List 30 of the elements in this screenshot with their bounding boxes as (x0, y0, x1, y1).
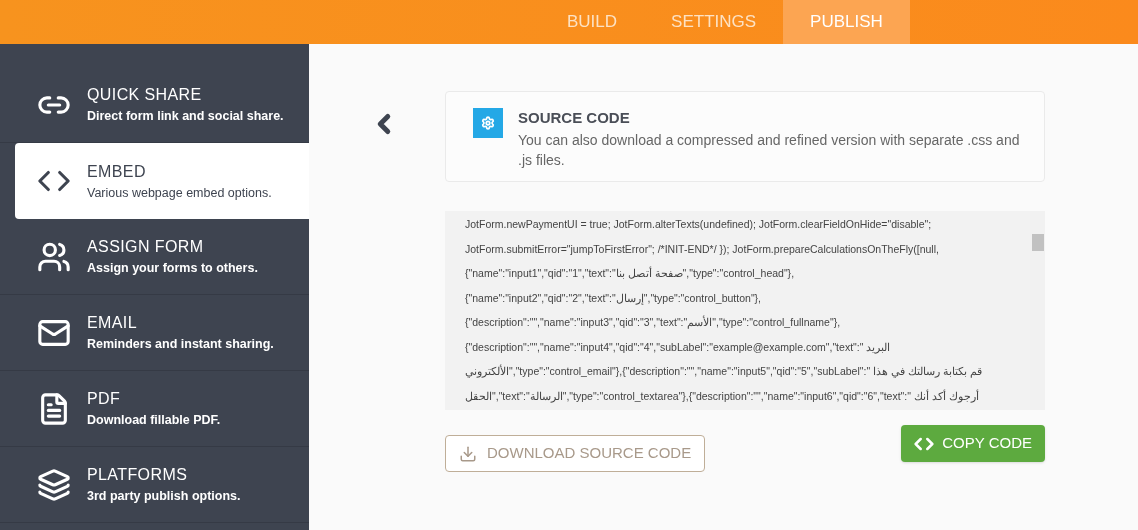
item-subtitle: Various webpage embed options. (87, 184, 272, 202)
card-description: You can also download a compressed and refined version with separate .css and .js files. (518, 130, 1021, 170)
code-line: JotForm.newPaymentUI = true; JotForm.alterTexts(undefined); JotForm.clearFieldOnHide="disable"; (465, 217, 932, 232)
gear-icon (473, 108, 503, 138)
code-line: {"name":"input1","qid":"1","text":"صفحة أتصل بنا","type":"control_head"}, (465, 265, 795, 281)
item-subtitle: Direct form link and social share. (87, 108, 284, 126)
item-subtitle: Reminders and instant sharing. (87, 336, 274, 354)
item-title: EMBED (87, 161, 147, 182)
sidebar-item[interactable]: ASSIGN FORM Assign your forms to others. (0, 219, 309, 295)
item-subtitle: Download fillable PDF. (87, 412, 221, 430)
download-icon (459, 444, 477, 463)
code-line: JotForm.submitError="jumpToFirstError"; /*INIT-END*/ }); JotForm.prepareCalculationsOnTheFly([null, (465, 241, 939, 257)
sidebar-item[interactable]: PLATFORMS 3rd party publish options. (0, 447, 309, 523)
stack-icon (37, 467, 71, 502)
item-title: EMAIL (87, 313, 138, 334)
item-title: QUICK SHARE (87, 85, 203, 106)
code-line: {"name":"input2","qid":"2","text":"إرسال","type":"control_button"}, (465, 290, 762, 307)
code-line: {"description":"","name":"input4","qid":"4","subLabel":"example@example.com","text":" البريد (465, 339, 891, 356)
code-line: {"description":"","name":"input3","qid":"3","text":"الأسم","type":"control_fullname"}, (465, 314, 841, 331)
item-subtitle: Assign your forms to others. (87, 260, 258, 278)
code-line: الحقل","text":"الرسالة","type":"control_textarea"},{"description":"","name":"input6","qid":"6","text":" أرجوك أكد أنك (465, 388, 979, 405)
item-title: PLATFORMS (87, 465, 189, 486)
sidebar-item[interactable]: PDF Download fillable PDF. (0, 371, 309, 447)
item-title: ASSIGN FORM (87, 237, 205, 258)
item-subtitle: 3rd party publish options. (87, 488, 241, 506)
sidebar-item[interactable]: EMBED Various webpage embed options. (15, 143, 309, 219)
item-title: PDF (87, 389, 122, 410)
sidebar-item[interactable]: EMAIL Reminders and instant sharing. (0, 295, 309, 371)
code-line: الألكتروني","type":"control_email"},{"description":"","name":"input5","qid":"5","subLabel":" قم بكتابة رسالتك في هذا (465, 363, 982, 380)
card-title: SOURCE CODE (518, 108, 631, 128)
